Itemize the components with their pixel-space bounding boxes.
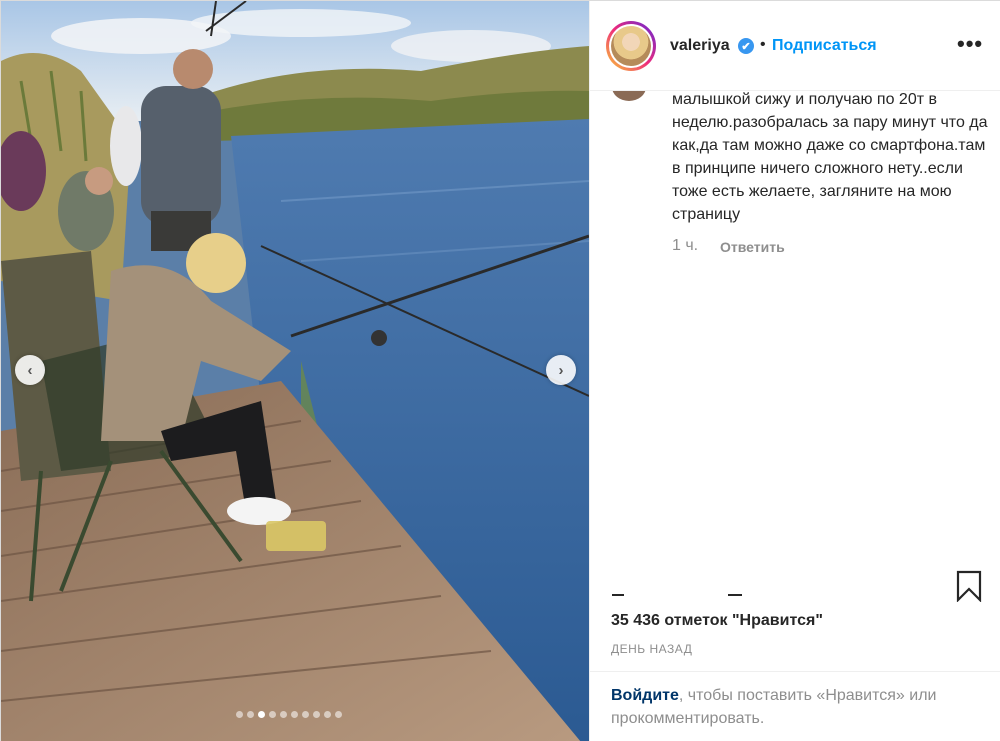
fishing-scene-image <box>1 1 589 741</box>
bookmark-icon[interactable] <box>956 570 982 602</box>
more-options-icon[interactable]: ••• <box>957 31 983 57</box>
post-date[interactable]: ДЕНЬ НАЗАД <box>611 642 692 656</box>
carousel-prev-button[interactable]: ‹ <box>15 355 45 385</box>
carousel-dot <box>247 711 254 718</box>
carousel-dot <box>324 711 331 718</box>
username-link[interactable]: valeriya <box>670 37 730 55</box>
carousel-dot <box>313 711 320 718</box>
separator-dot: • <box>760 36 766 53</box>
carousel-dot <box>258 711 265 718</box>
follow-button[interactable]: Подписаться <box>772 37 877 55</box>
reply-button[interactable]: Ответить <box>720 239 785 255</box>
carousel-dot <box>236 711 243 718</box>
post-header: valeriya ✔ • Подписаться ••• <box>590 1 1000 91</box>
chevron-right-icon: › <box>558 361 564 379</box>
avatar[interactable] <box>606 21 656 71</box>
carousel-dot <box>280 711 287 718</box>
carousel-next-button[interactable]: › <box>546 355 576 385</box>
carousel-dot <box>302 711 309 718</box>
carousel-dot <box>335 711 342 718</box>
login-link[interactable]: Войдите <box>611 687 679 704</box>
carousel-dot <box>269 711 276 718</box>
comments-list[interactable]: малышкой сижу и получаю по 20т в неделю.… <box>590 91 1000 561</box>
post-actions: 35 436 отметок "Нравится" ДЕНЬ НАЗАД <box>590 561 1000 671</box>
like-icon[interactable] <box>612 586 624 596</box>
comment-time: 1 ч. <box>672 237 699 254</box>
chevron-left-icon: ‹ <box>27 361 33 379</box>
likes-count[interactable]: 35 436 отметок "Нравится" <box>611 612 823 630</box>
login-prompt: Войдите, чтобы поставить «Нравится» или … <box>590 671 1000 741</box>
avatar-image <box>611 26 651 66</box>
carousel-dot <box>291 711 298 718</box>
post-frame: ‹ › valeriya ✔ • Подписаться ••• малышко… <box>0 0 1000 741</box>
carousel-indicator <box>236 711 342 718</box>
post-side-panel: valeriya ✔ • Подписаться ••• малышкой си… <box>589 1 1000 741</box>
action-icons-row <box>610 576 742 600</box>
share-icon[interactable] <box>728 586 742 596</box>
comment-text: малышкой сижу и получаю по 20т в неделю.… <box>672 91 988 223</box>
verified-badge-icon: ✔ <box>738 38 754 54</box>
post-photo[interactable]: ‹ › <box>1 1 589 741</box>
commenter-avatar[interactable] <box>612 91 646 101</box>
